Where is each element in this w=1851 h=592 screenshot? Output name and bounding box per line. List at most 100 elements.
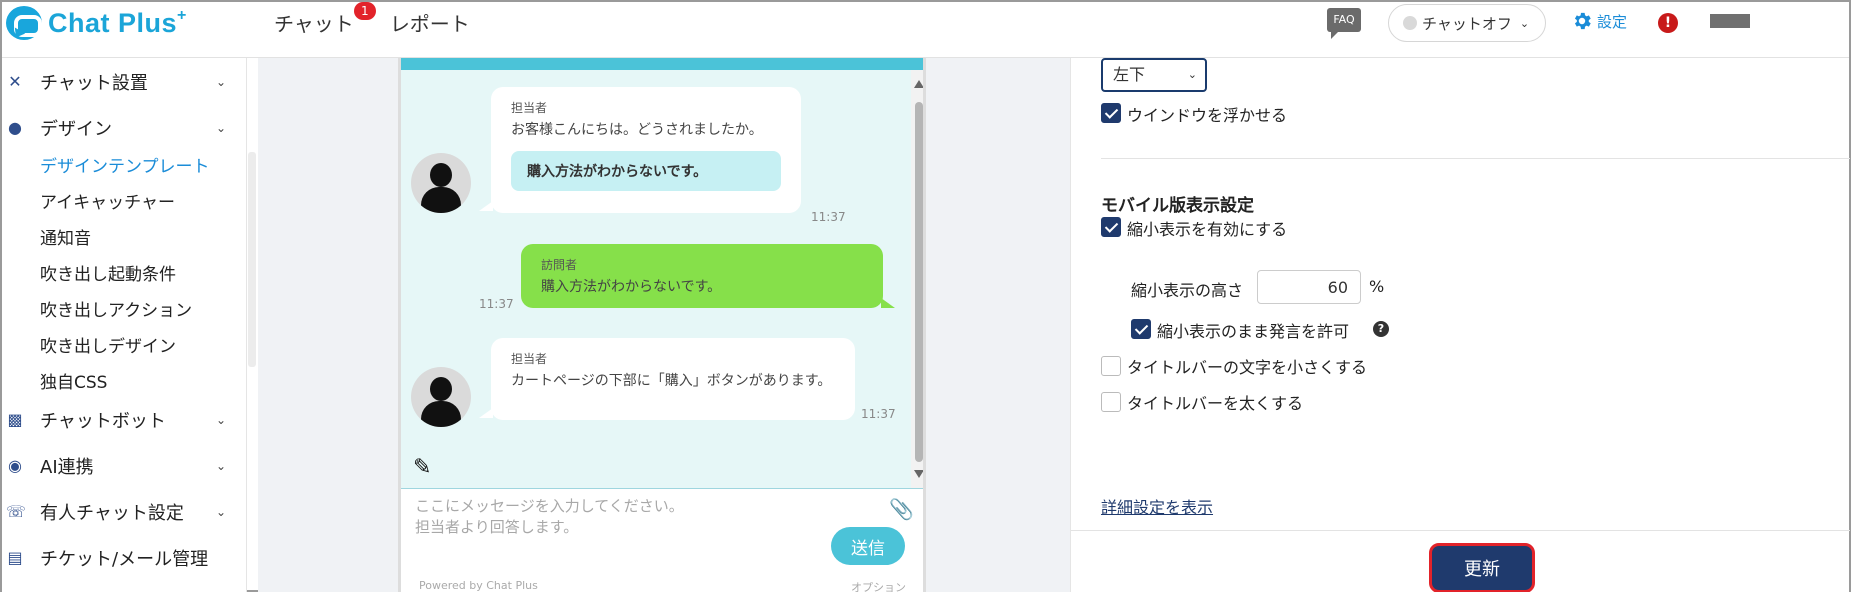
sidebar-item-eyecatcher[interactable]: アイキャッチャー	[40, 188, 175, 213]
sidebar-group-label: 有人チャット設定	[40, 503, 184, 524]
operator-avatar	[411, 153, 471, 213]
chevron-down-icon: ⌄	[1519, 16, 1530, 30]
float-window-checkbox[interactable]	[1101, 103, 1121, 123]
sidebar-group-ai[interactable]: ◉ AI連携 ⌄	[2, 450, 246, 482]
chevron-down-icon: ⌄	[216, 505, 227, 519]
message-text: お客様こんにちは。どうされましたか。	[511, 122, 763, 138]
chat-scrollbar[interactable]	[911, 70, 923, 488]
sidebar-group-chat-setup[interactable]: ✕ チャット設置 ⌄	[2, 66, 246, 98]
sidebar-group-ticket[interactable]: ▤ チケット/メール管理	[2, 542, 246, 574]
message-sender: 担当者	[511, 101, 548, 115]
faq-button[interactable]: FAQ	[1327, 8, 1361, 39]
chevron-down-icon: ⌄	[216, 121, 227, 135]
nav-chat-label: チャット	[274, 12, 354, 36]
shrink-height-input[interactable]	[1257, 270, 1361, 304]
chevron-down-icon: ⌄	[216, 413, 227, 427]
ticket-icon: ▤	[7, 548, 23, 567]
shrink-height-label: 縮小表示の高さ	[1131, 281, 1244, 300]
small-title-label: タイトルバーの文字を小さくする	[1127, 358, 1368, 377]
message-time: 11:37	[861, 407, 896, 421]
update-bar: 更新	[1071, 530, 1850, 592]
sidebar-item-notification-sound[interactable]: 通知音	[40, 224, 91, 249]
sidebar-group-label: チャットボット	[40, 411, 166, 432]
scroll-down-icon[interactable]	[914, 470, 923, 478]
settings-panel: 左下 ⌄ ウインドウを浮かせる モバイル版表示設定 縮小表示を有効にする 縮小表…	[1070, 58, 1850, 592]
alert-icon[interactable]: !	[1658, 13, 1678, 33]
nav-report-label: レポート	[389, 12, 470, 36]
help-icon[interactable]: ?	[1373, 321, 1389, 337]
nav-report[interactable]: レポート	[390, 8, 492, 37]
shrink-enable-checkbox[interactable]	[1101, 217, 1121, 237]
chevron-down-icon: ⌄	[216, 459, 227, 473]
message-input[interactable]	[415, 495, 875, 545]
scroll-thumb[interactable]	[915, 102, 923, 462]
allow-speak-label: 縮小表示のまま発言を許可	[1157, 322, 1350, 341]
sidebar-group-chatbot[interactable]: ▩ チャットボット ⌄	[2, 404, 246, 436]
person-head-icon	[430, 163, 452, 187]
user-menu[interactable]	[1710, 14, 1750, 28]
gear-icon	[1574, 12, 1591, 30]
operator-message: 担当者 お客様こんにちは。どうされましたか。 購入方法がわからないです。	[479, 87, 801, 213]
top-bar: Chat Plus+ チャット 1 レポート FAQ チャットオフ ⌄ 設定 !	[2, 2, 1849, 58]
sidebar-group-design[interactable]: ● デザイン ⌄	[2, 112, 246, 144]
headset-icon: ☏	[6, 502, 27, 521]
paperclip-icon[interactable]: 📎	[889, 497, 914, 521]
send-button[interactable]: 送信	[831, 527, 905, 565]
nav-chat[interactable]: チャット 1	[274, 2, 376, 37]
message-sender: 訪問者	[541, 258, 578, 272]
sidebar-group-label: デザイン	[40, 119, 112, 140]
sidebar-item-balloon-action[interactable]: 吹き出しアクション	[40, 296, 192, 321]
palette-icon: ●	[8, 118, 22, 137]
small-title-checkbox[interactable]	[1101, 356, 1121, 376]
sidebar-item-custom-css[interactable]: 独自CSS	[40, 368, 107, 393]
logo-text: Chat Plus+	[48, 7, 187, 38]
quick-reply-button[interactable]: 購入方法がわからないです。	[511, 151, 781, 191]
option-link[interactable]: オプション	[851, 579, 906, 592]
chat-status-dropdown[interactable]: チャットオフ ⌄	[1388, 4, 1546, 42]
float-window-label: ウインドウを浮かせる	[1127, 106, 1288, 125]
chevron-down-icon: ⌄	[216, 75, 227, 89]
person-head-icon	[430, 377, 452, 401]
status-dot-icon	[1403, 16, 1417, 30]
sidebar-group-label: チケット/メール管理	[40, 549, 209, 570]
update-button[interactable]: 更新	[1429, 543, 1535, 592]
chat-bubble-icon: ▩	[7, 410, 23, 429]
bold-title-label: タイトルバーを太くする	[1127, 394, 1304, 413]
visitor-message: 訪問者 購入方法がわからないです。	[521, 244, 895, 308]
message-input-area: 📎 送信 Powered by Chat Plus オプション	[401, 488, 923, 592]
powered-by: Powered by Chat Plus	[419, 579, 538, 592]
shrink-height-unit: %	[1369, 277, 1385, 296]
chat-status-label: チャットオフ	[1422, 14, 1512, 33]
sidebar-item-design-template[interactable]: デザインテンプレート	[40, 152, 210, 177]
message-sender: 担当者	[511, 352, 548, 366]
logo[interactable]: Chat Plus+	[6, 6, 187, 40]
sidebar-item-balloon-design[interactable]: 吹き出しデザイン	[40, 332, 176, 357]
bold-title-checkbox[interactable]	[1101, 392, 1121, 412]
chevron-down-icon: ⌄	[1187, 68, 1197, 81]
chat-notification-badge: 1	[353, 2, 376, 20]
tools-icon: ✕	[8, 72, 22, 91]
scroll-up-icon[interactable]	[914, 80, 923, 88]
chat-plus-logo-icon	[6, 6, 42, 40]
sidebar-group-label: チャット設置	[40, 73, 148, 94]
typing-pen-icon: ✎	[413, 455, 432, 480]
sidebar-scrollbar[interactable]	[248, 152, 256, 367]
position-select-value: 左下	[1113, 65, 1146, 84]
sidebar-group-manned-chat[interactable]: ☏ 有人チャット設定 ⌄	[2, 496, 246, 528]
sidebar: ✕ チャット設置 ⌄ ● デザイン ⌄ デザインテンプレート アイキャッチャー …	[2, 58, 247, 592]
allow-speak-checkbox[interactable]	[1131, 319, 1151, 339]
message-time: 11:37	[479, 297, 514, 311]
mobile-section-title: モバイル版表示設定	[1101, 196, 1254, 216]
position-select[interactable]: 左下 ⌄	[1101, 58, 1207, 92]
message-text: 購入方法がわからないです。	[541, 279, 722, 295]
operator-message: 担当者 カートページの下部に「購入」ボタンがあります。	[479, 338, 855, 420]
sidebar-item-balloon-trigger[interactable]: 吹き出し起動条件	[40, 260, 176, 285]
ai-icon: ◉	[8, 456, 22, 475]
message-time: 11:37	[811, 210, 846, 224]
advanced-settings-link[interactable]: 詳細設定を表示	[1101, 494, 1213, 518]
person-body-icon	[421, 187, 461, 213]
chat-messages-area: 担当者 お客様こんにちは。どうされましたか。 購入方法がわからないです。 11:…	[401, 70, 911, 488]
settings-link[interactable]: 設定	[1571, 10, 1627, 32]
main-nav: チャット 1 レポート	[274, 2, 492, 37]
person-body-icon	[421, 401, 461, 427]
